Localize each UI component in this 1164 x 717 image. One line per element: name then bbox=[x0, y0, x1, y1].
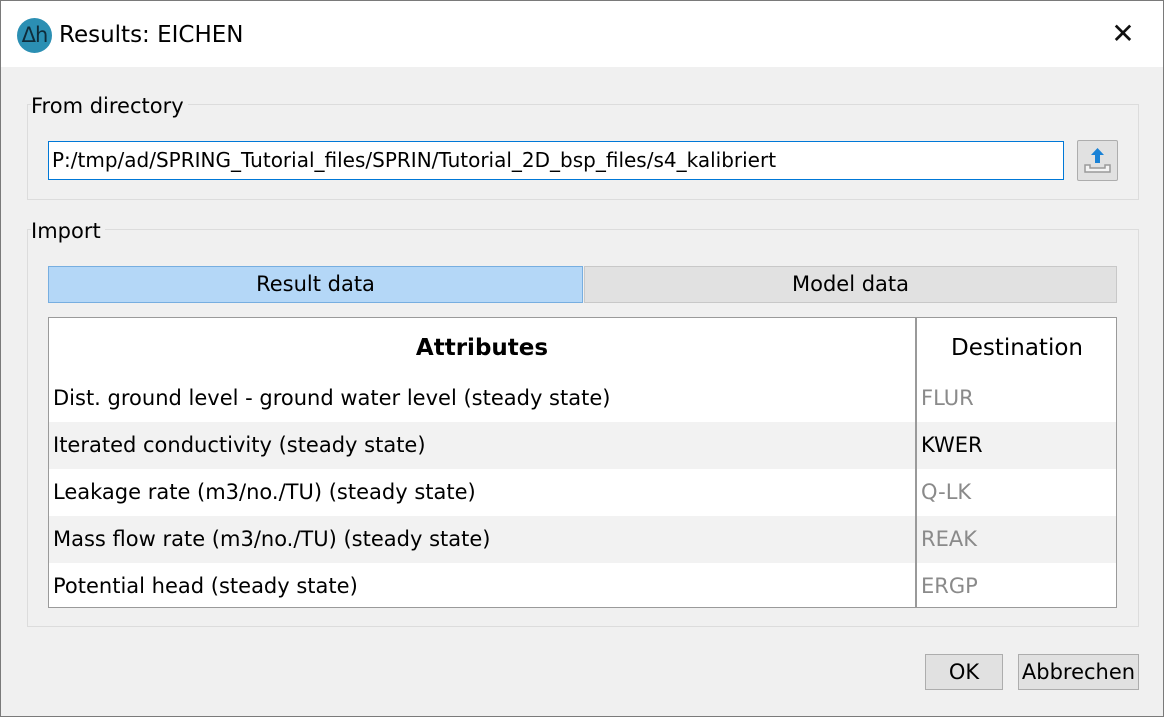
tab-model-data[interactable]: Model data bbox=[584, 266, 1117, 303]
window-title: Results: EICHEN bbox=[59, 22, 244, 48]
column-header-attributes[interactable]: Attributes bbox=[49, 318, 915, 378]
attribute-cell: Dist. ground level - ground water level … bbox=[53, 386, 611, 410]
table-row[interactable]: Mass flow rate (m3/no./TU) (steady state… bbox=[49, 516, 1116, 563]
from-directory-label: From directory bbox=[31, 91, 188, 121]
title-bar: Δh Results: EICHEN ✕ bbox=[1, 1, 1163, 67]
table-row[interactable]: Dist. ground level - ground water level … bbox=[49, 375, 1116, 422]
import-label: Import bbox=[31, 216, 105, 246]
cancel-button[interactable]: Abbrechen bbox=[1018, 654, 1139, 690]
column-header-destination[interactable]: Destination bbox=[917, 318, 1117, 378]
destination-cell[interactable]: KWER bbox=[921, 422, 983, 469]
destination-cell[interactable]: ERGP bbox=[921, 563, 978, 610]
table-row[interactable]: Leakage rate (m3/no./TU) (steady state) … bbox=[49, 469, 1116, 516]
tab-result-data[interactable]: Result data bbox=[48, 266, 583, 303]
upload-directory-button[interactable] bbox=[1077, 140, 1118, 181]
directory-path-input[interactable]: P:/tmp/ad/SPRING_Tutorial_files/SPRIN/Tu… bbox=[48, 141, 1064, 180]
ok-button[interactable]: OK bbox=[925, 654, 1003, 690]
attribute-cell: Iterated conductivity (steady state) bbox=[53, 433, 426, 457]
close-icon[interactable]: ✕ bbox=[1103, 17, 1143, 53]
destination-cell[interactable]: REAK bbox=[921, 516, 977, 563]
app-logo-icon: Δh bbox=[17, 18, 52, 53]
attribute-cell: Potential head (steady state) bbox=[53, 574, 358, 598]
destination-cell[interactable]: FLUR bbox=[921, 375, 974, 422]
table-row[interactable]: Potential head (steady state) ERGP bbox=[49, 563, 1116, 610]
column-divider[interactable] bbox=[915, 318, 917, 607]
attribute-cell: Mass flow rate (m3/no./TU) (steady state… bbox=[53, 527, 491, 551]
table-row[interactable]: Iterated conductivity (steady state) KWE… bbox=[49, 422, 1116, 469]
destination-cell[interactable]: Q-LK bbox=[921, 469, 971, 516]
attributes-table: Attributes Destination Dist. ground leve… bbox=[48, 317, 1117, 608]
results-dialog: Δh Results: EICHEN ✕ From directory P:/t… bbox=[0, 0, 1164, 717]
upload-folder-icon bbox=[1084, 148, 1111, 173]
attribute-cell: Leakage rate (m3/no./TU) (steady state) bbox=[53, 480, 476, 504]
